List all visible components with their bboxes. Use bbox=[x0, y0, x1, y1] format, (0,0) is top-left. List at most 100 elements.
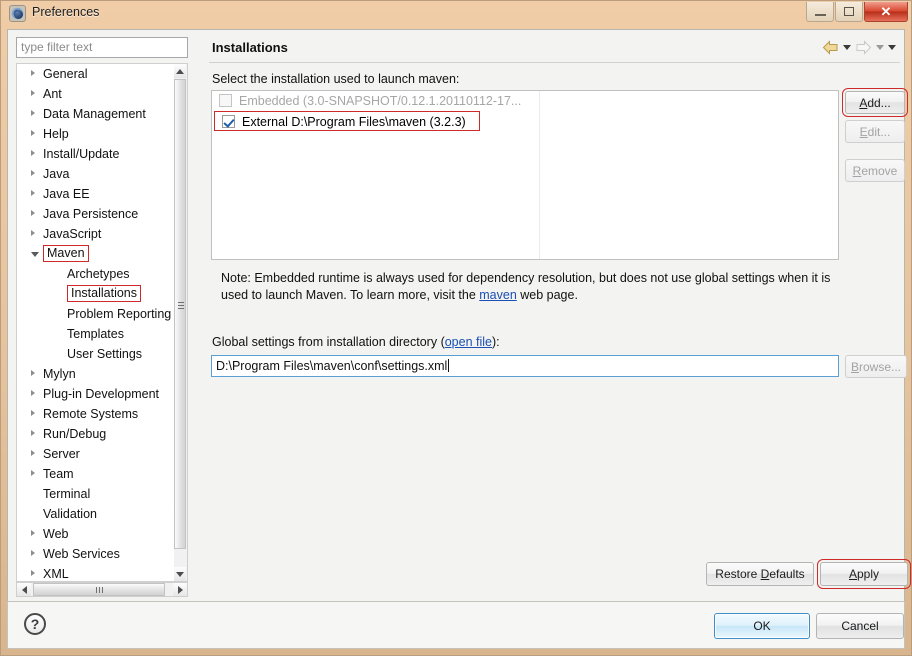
dialog-client-area: type filter text General Ant Data Manageme… bbox=[7, 29, 911, 623]
add-button[interactable]: Add... bbox=[842, 88, 908, 117]
edit-button[interactable]: Edit... bbox=[845, 120, 905, 143]
preferences-icon bbox=[9, 5, 26, 22]
preferences-tree[interactable]: General Ant Data Management Help Install/Upd… bbox=[16, 63, 188, 582]
sidebar-item-label: Plug-in Development bbox=[43, 387, 160, 401]
page-menu-chevron-down-icon[interactable] bbox=[888, 44, 896, 50]
edit-button-label: Edit... bbox=[859, 124, 891, 139]
forward-menu-chevron-down-icon[interactable] bbox=[876, 44, 884, 50]
tree-collapsed-icon[interactable] bbox=[31, 390, 35, 396]
sidebar-item-user-settings[interactable]: User Settings bbox=[17, 344, 173, 364]
back-arrow-icon[interactable] bbox=[822, 39, 839, 55]
tree-collapsed-icon[interactable] bbox=[31, 230, 35, 236]
sidebar-item-xml[interactable]: XML bbox=[17, 564, 173, 581]
add-button-label: Add... bbox=[859, 95, 891, 110]
tree-collapsed-icon[interactable] bbox=[31, 430, 35, 436]
maximize-button[interactable] bbox=[835, 2, 863, 22]
scroll-right-icon[interactable] bbox=[173, 583, 187, 596]
sidebar-item-label: Team bbox=[43, 467, 74, 481]
browse-button-label: Browse... bbox=[850, 359, 902, 374]
tree-collapsed-icon[interactable] bbox=[31, 470, 35, 476]
page-title: Installations bbox=[212, 40, 288, 55]
browse-button[interactable]: Browse... bbox=[845, 355, 907, 378]
installations-rows: Embedded (3.0-SNAPSHOT/0.12.1.20110112-1… bbox=[212, 91, 838, 131]
select-installation-label: Select the installation used to launch m… bbox=[212, 72, 460, 86]
tree-vertical-scrollbar[interactable] bbox=[174, 63, 188, 582]
tree-collapsed-icon[interactable] bbox=[31, 450, 35, 456]
installation-checkbox[interactable] bbox=[222, 115, 235, 128]
tree-collapsed-icon[interactable] bbox=[31, 90, 35, 96]
tree-collapsed-icon[interactable] bbox=[31, 110, 35, 116]
sidebar-item-plug-in-development[interactable]: Plug-in Development bbox=[17, 384, 173, 404]
maven-link[interactable]: maven bbox=[479, 288, 517, 302]
filter-input[interactable]: type filter text bbox=[16, 37, 188, 58]
apply-button[interactable]: Apply bbox=[817, 559, 911, 589]
ok-button[interactable]: OK bbox=[714, 613, 810, 639]
sidebar-item-data-management[interactable]: Data Management bbox=[17, 104, 173, 124]
tree-collapsed-icon[interactable] bbox=[31, 570, 35, 576]
sidebar-item-general[interactable]: General bbox=[17, 64, 173, 84]
installation-row[interactable]: External D:\Program Files\maven (3.2.3) bbox=[214, 111, 480, 131]
tree-collapsed-icon[interactable] bbox=[31, 190, 35, 196]
dialog-footer: ? OK Cancel bbox=[7, 601, 905, 649]
sidebar-item-mylyn[interactable]: Mylyn bbox=[17, 364, 173, 384]
scroll-up-icon[interactable] bbox=[174, 64, 186, 78]
tree-collapsed-icon[interactable] bbox=[31, 550, 35, 556]
sidebar-item-run-debug[interactable]: Run/Debug bbox=[17, 424, 173, 444]
scroll-down-icon[interactable] bbox=[174, 567, 186, 581]
sidebar-item-java[interactable]: Java bbox=[17, 164, 173, 184]
sidebar-item-label: Templates bbox=[67, 327, 124, 341]
sidebar-item-remote-systems[interactable]: Remote Systems bbox=[17, 404, 173, 424]
horizontal-scroll-thumb[interactable] bbox=[33, 583, 165, 596]
tree-collapsed-icon[interactable] bbox=[31, 210, 35, 216]
note-part2: web page. bbox=[516, 288, 578, 302]
sidebar-item-help[interactable]: Help bbox=[17, 124, 173, 144]
tree-expanded-icon[interactable] bbox=[31, 252, 39, 260]
sidebar-item-problem-reporting[interactable]: Problem Reporting bbox=[17, 304, 173, 324]
sidebar-item-java-ee[interactable]: Java EE bbox=[17, 184, 173, 204]
sidebar-item-javascript[interactable]: JavaScript bbox=[17, 224, 173, 244]
sidebar-item-templates[interactable]: Templates bbox=[17, 324, 173, 344]
tree-collapsed-icon[interactable] bbox=[31, 410, 35, 416]
forward-arrow-icon bbox=[856, 39, 872, 55]
cancel-button[interactable]: Cancel bbox=[816, 613, 904, 639]
sidebar-item-java-persistence[interactable]: Java Persistence bbox=[17, 204, 173, 224]
tree-collapsed-icon[interactable] bbox=[31, 370, 35, 376]
open-file-link[interactable]: open file bbox=[445, 335, 492, 349]
apply-label: Apply bbox=[848, 567, 880, 581]
sidebar-item-web-services[interactable]: Web Services bbox=[17, 544, 173, 564]
sidebar-item-archetypes[interactable]: Archetypes bbox=[17, 264, 173, 284]
sidebar-item-server[interactable]: Server bbox=[17, 444, 173, 464]
installation-row[interactable]: Embedded (3.0-SNAPSHOT/0.12.1.20110112-1… bbox=[212, 91, 838, 111]
tree-collapsed-icon[interactable] bbox=[31, 130, 35, 136]
help-icon[interactable]: ? bbox=[24, 613, 46, 635]
sidebar-item-label: Data Management bbox=[43, 107, 146, 121]
sidebar-item-team[interactable]: Team bbox=[17, 464, 173, 484]
sidebar-item-validation[interactable]: Validation bbox=[17, 504, 173, 524]
installation-label: External D:\Program Files\maven (3.2.3) bbox=[242, 115, 466, 129]
scroll-left-icon[interactable] bbox=[17, 583, 31, 596]
minimize-button[interactable] bbox=[806, 2, 834, 22]
sidebar-item-install-update[interactable]: Install/Update bbox=[17, 144, 173, 164]
sidebar-item-label: Maven bbox=[43, 245, 89, 262]
sidebar-item-terminal[interactable]: Terminal bbox=[17, 484, 173, 504]
tree-collapsed-icon[interactable] bbox=[31, 150, 35, 156]
installations-list[interactable]: Embedded (3.0-SNAPSHOT/0.12.1.20110112-1… bbox=[211, 90, 839, 260]
sidebar-item-web[interactable]: Web bbox=[17, 524, 173, 544]
sidebar-item-maven[interactable]: Maven bbox=[17, 244, 173, 264]
sidebar-item-ant[interactable]: Ant bbox=[17, 84, 173, 104]
tree-collapsed-icon[interactable] bbox=[31, 70, 35, 76]
tree-horizontal-scrollbar[interactable] bbox=[16, 582, 188, 597]
sidebar-item-label: Archetypes bbox=[67, 267, 130, 281]
remove-button[interactable]: Remove bbox=[845, 159, 905, 182]
list-column-divider bbox=[539, 91, 540, 259]
global-settings-input[interactable]: D:\Program Files\maven\conf\settings.xml bbox=[211, 355, 839, 377]
back-menu-chevron-down-icon[interactable] bbox=[843, 44, 851, 50]
vertical-scroll-thumb[interactable] bbox=[174, 79, 186, 549]
page-navigation bbox=[822, 38, 896, 56]
tree-collapsed-icon[interactable] bbox=[31, 530, 35, 536]
restore-defaults-button[interactable]: Restore Defaults bbox=[706, 562, 814, 586]
sidebar-item-label: Terminal bbox=[43, 487, 91, 501]
tree-collapsed-icon[interactable] bbox=[31, 170, 35, 176]
close-button[interactable]: ✕ bbox=[864, 2, 908, 22]
sidebar-item-installations[interactable]: Installations bbox=[17, 284, 173, 304]
